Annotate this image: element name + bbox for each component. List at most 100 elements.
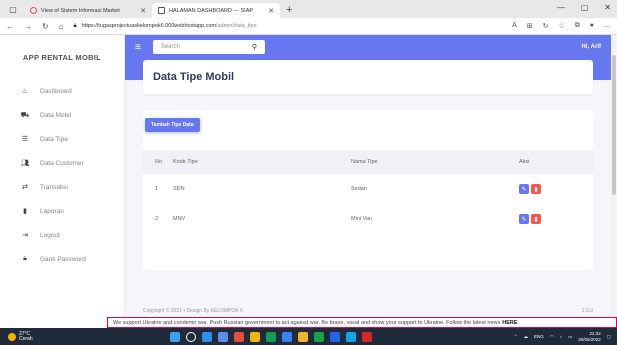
sidebar-item-label: Logout <box>40 231 60 239</box>
cell-actions: ✎ ▮ <box>519 204 593 234</box>
weather-widget[interactable]: 27°C Cerah <box>0 331 170 342</box>
sidebar: APP RENTAL MOBIL ♨ Dashboard ⛟ Data Mobi… <box>0 35 125 317</box>
content-card: Tambah Tipe Data No Kode Tipe Nama Tipe … <box>143 110 593 270</box>
browser-tab-2[interactable]: HALAMAN DASHBOARD — SIAP ✕ <box>152 3 280 18</box>
sidebar-item-label: Ganti Password <box>40 255 86 263</box>
refresh-icon[interactable]: ↻ <box>543 22 549 30</box>
app-blue-icon[interactable] <box>282 331 292 342</box>
start-icon[interactable] <box>170 331 180 342</box>
tab-title: View of Sistem Informasi Market <box>41 7 120 14</box>
data-table: No Kode Tipe Nama Tipe Aksi 1 SDN Sedan … <box>143 150 593 234</box>
reload-icon[interactable]: ↻ <box>42 22 49 31</box>
battery-icon[interactable]: ▭ <box>568 334 572 340</box>
cell-nama: Sedan <box>351 186 367 192</box>
delete-button[interactable]: ▮ <box>531 184 541 194</box>
delete-button[interactable]: ▮ <box>531 214 541 224</box>
table-row: 1 SDN Sedan ✎ ▮ <box>143 174 593 204</box>
back-icon[interactable]: ← <box>6 22 14 31</box>
wifi-icon[interactable]: ◠ <box>550 334 554 340</box>
tab-action-icon[interactable]: ⊞ <box>527 22 533 30</box>
main-content: Data Tipe Mobil Tambah Tipe Data No Kode… <box>125 60 611 317</box>
edit-icon: ✎ <box>521 186 527 193</box>
cell-kode: MNV <box>173 216 186 222</box>
cloud-icon[interactable]: ☁ <box>523 334 528 340</box>
cell-nama: Mini Van <box>351 216 372 222</box>
sidebar-brand[interactable]: APP RENTAL MOBIL <box>0 35 124 79</box>
url-domain: https://tugasprojectuaskelompok6.000webh… <box>81 23 216 29</box>
search-input[interactable]: Search ⚲ <box>152 40 265 54</box>
notification-icon[interactable]: ▢ <box>607 334 611 340</box>
profile-icon[interactable]: ● <box>590 22 594 30</box>
file-explorer-icon[interactable] <box>298 331 308 342</box>
edit-button[interactable]: ✎ <box>519 214 529 224</box>
edit-button[interactable]: ✎ <box>519 184 529 194</box>
windows-taskbar: 27°C Cerah ⌃ ☁ ENG ◠ ♪ ▭ 22:32 30/05/202… <box>0 328 617 345</box>
search-taskbar-icon[interactable] <box>186 331 196 342</box>
office-icon[interactable] <box>234 331 244 342</box>
sidebar-item-dashboard[interactable]: ♨ Dashboard <box>0 79 124 103</box>
lock-icon: 🔒︎ <box>23 255 27 262</box>
trash-icon: ▮ <box>534 216 538 223</box>
column-header-no: No <box>143 150 173 174</box>
search-placeholder: Search <box>160 44 180 50</box>
task-view-icon[interactable] <box>218 331 228 342</box>
scrollbar-thumb[interactable] <box>612 55 616 195</box>
clock[interactable]: 22:32 30/05/2022 <box>578 331 601 342</box>
sidebar-item-data-mobil[interactable]: ⛟ Data Mobil <box>0 103 124 127</box>
sidebar-item-logout[interactable]: ⇥ Logout <box>0 223 124 247</box>
window-menu-icon[interactable]: ▢ <box>6 2 20 16</box>
sidebar-item-ganti-password[interactable]: 🔒︎ Ganti Password <box>0 247 124 271</box>
close-tab-icon[interactable]: ✕ <box>268 7 274 15</box>
favorites-icon[interactable]: ☆ <box>558 22 564 30</box>
sidebar-item-transaksi[interactable]: ⇄ Transaksi <box>0 175 124 199</box>
close-window-icon[interactable]: ✕ <box>604 3 611 12</box>
cell-no: 2 <box>155 216 159 222</box>
browser-tab-1[interactable]: View of Sistem Informasi Market ✕ <box>24 3 152 18</box>
browser-tab-bar: ▢ View of Sistem Informasi Market ✕ HALA… <box>0 0 617 18</box>
page-scrollbar[interactable] <box>611 35 617 317</box>
banner-link[interactable]: HERE <box>502 320 517 326</box>
column-header-nama: Nama Tipe <box>351 150 519 174</box>
maximize-icon[interactable]: ▢ <box>581 3 589 12</box>
read-aloud-icon[interactable]: A <box>512 22 517 30</box>
sidebar-item-data-tipe[interactable]: ☰ Data Tipe <box>0 127 124 151</box>
version-text: 2.3.0 <box>581 308 593 314</box>
copyright-text: Copyright © 2021 • Design By KELOMPOK 6 <box>143 308 243 314</box>
language-indicator[interactable]: ENG <box>534 334 544 339</box>
car-icon: ⛟ <box>20 111 30 119</box>
forward-icon[interactable]: → <box>24 22 32 31</box>
more-icon[interactable]: … <box>604 22 611 30</box>
user-menu[interactable]: Hi, Arif <box>582 44 601 50</box>
sidebar-item-laporan[interactable]: ▮ Laporan <box>0 199 124 223</box>
collections-icon[interactable]: ⧉ <box>575 22 580 30</box>
chevron-up-icon[interactable]: ⌃ <box>514 334 518 340</box>
volume-icon[interactable]: ♪ <box>560 334 562 339</box>
cell-kode: SDN <box>173 186 185 192</box>
section-header: Data Tipe Mobil <box>143 60 593 94</box>
chrome-icon[interactable] <box>250 331 260 342</box>
sign-out-icon: ⇥ <box>22 232 28 239</box>
new-tab-icon[interactable]: + <box>286 4 292 16</box>
app-excel-icon[interactable] <box>314 331 324 342</box>
url-field[interactable]: 🔒︎ https://tugasprojectuaskelompok6.000w… <box>74 23 503 30</box>
add-type-button[interactable]: Tambah Tipe Data <box>145 118 200 132</box>
minimize-icon[interactable]: — <box>557 3 565 12</box>
app-red-icon[interactable] <box>362 331 372 342</box>
users-icon: 👥︎ <box>20 160 30 167</box>
store-icon[interactable] <box>346 331 356 342</box>
page-title: Data Tipe Mobil <box>153 71 235 83</box>
cell-no: 1 <box>155 186 159 192</box>
random-icon: ⇄ <box>22 184 28 191</box>
home-icon[interactable]: ⌂ <box>59 22 64 31</box>
app-green-icon[interactable] <box>266 331 276 342</box>
cell-actions: ✎ ▮ <box>519 174 593 204</box>
word-icon[interactable] <box>330 331 340 342</box>
edge-icon[interactable] <box>202 331 212 342</box>
hamburger-menu-icon[interactable]: ≡ <box>135 42 141 53</box>
search-icon[interactable]: ⚲ <box>252 43 257 51</box>
date: 30/05/2022 <box>578 336 601 342</box>
sidebar-item-data-customer[interactable]: 👥︎ Data Customer <box>0 151 124 175</box>
sun-icon <box>8 332 16 341</box>
banner-text: We support Ukraine and condemn war. Push… <box>113 319 501 326</box>
close-tab-icon[interactable]: ✕ <box>140 7 146 15</box>
